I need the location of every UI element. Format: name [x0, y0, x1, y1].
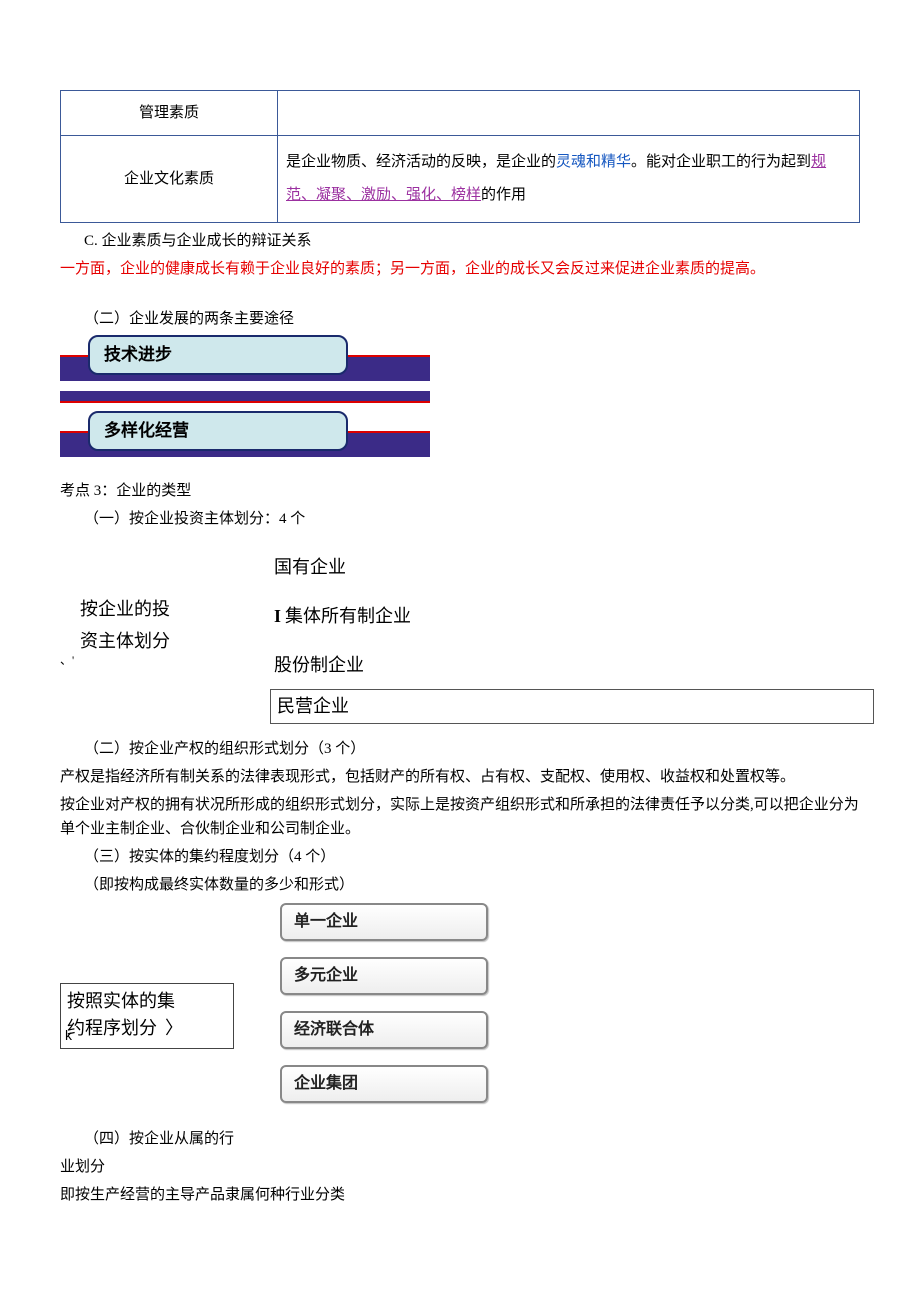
- invest-item-1: 国有企业: [270, 543, 860, 592]
- agg-k-mark: k: [65, 1025, 72, 1046]
- cell-mgmt-desc: [278, 91, 860, 136]
- path-gap: [60, 391, 430, 403]
- path-tech: 技术进步: [88, 335, 348, 375]
- agg-left-1: 按照实体的集: [67, 988, 227, 1015]
- invest-item-2-prefix: I: [274, 606, 281, 626]
- culture-highlight-1: 灵魂和精华: [556, 154, 631, 170]
- cell-mgmt-label: 管理素质: [61, 91, 278, 136]
- sub4-line2: 业划分: [60, 1155, 860, 1179]
- arrow-right-icon: 〉: [165, 1018, 183, 1038]
- agg-item-2: 多元企业: [280, 957, 488, 995]
- para-4: 即按生产经营的主导产品隶属何种行业分类: [60, 1183, 860, 1207]
- agg-item-3: 经济联合体: [280, 1011, 488, 1049]
- kd3-title: 考点 3：企业的类型: [60, 479, 860, 503]
- agg-item-4: 企业集团: [280, 1065, 488, 1103]
- agg-left-2: 约程序划分: [67, 1018, 157, 1038]
- path-diversify: 多样化经营: [88, 411, 348, 451]
- red-summary: 一方面，企业的健康成长有赖于企业良好的素质；另一方面，企业的成长又会反过来促进企…: [60, 257, 860, 281]
- cell-culture-desc: 是企业物质、经济活动的反映，是企业的灵魂和精华。能对企业职工的行为起到规范、凝聚…: [278, 136, 860, 223]
- invest-tree: 、' 按企业的投 资主体划分 国有企业 I集体所有制企业 股份制企业 民营企业: [60, 543, 860, 733]
- invest-left-2: 资主体划分: [80, 625, 170, 657]
- sub1-title: （一）按企业投资主体划分：4 个: [84, 507, 860, 531]
- quality-table: 管理素质 企业文化素质 是企业物质、经济活动的反映，是企业的灵魂和精华。能对企业…: [60, 90, 860, 223]
- culture-text-3: 的作用: [481, 187, 526, 203]
- sub4-line1: （四）按企业从属的行: [84, 1127, 860, 1151]
- invest-item-2-text: 集体所有制企业: [285, 606, 411, 626]
- pathway-diagram: 技术进步 多样化经营: [60, 335, 430, 457]
- section-c-title: C. 企业素质与企业成长的辩证关系: [84, 229, 860, 253]
- invest-item-4: 民营企业: [270, 689, 874, 724]
- culture-text-2: 。能对企业职工的行为起到: [631, 154, 811, 170]
- para-2a: 产权是指经济所有制关系的法律表现形式，包括财产的所有权、占有权、支配权、使用权、…: [60, 765, 860, 789]
- agg-diagram: 按照实体的集 约程序划分〉 k 单一企业 多元企业 经济联合体 企业集团: [60, 903, 860, 1123]
- tree-tick-mark: 、': [60, 651, 74, 670]
- invest-item-2: I集体所有制企业: [270, 592, 860, 641]
- sub3-note: （即按构成最终实体数量的多少和形式）: [84, 873, 860, 897]
- culture-text-1: 是企业物质、经济活动的反映，是企业的: [286, 154, 556, 170]
- cell-culture-label: 企业文化素质: [61, 136, 278, 223]
- invest-item-3: 股份制企业: [270, 641, 860, 690]
- invest-left-1: 按企业的投: [80, 593, 170, 625]
- agg-item-1: 单一企业: [280, 903, 488, 941]
- agg-left-box: 按照实体的集 约程序划分〉 k: [60, 983, 234, 1049]
- para-2b: 按企业对产权的拥有状况所形成的组织形式划分，实际上是按资产组织形式和所承担的法律…: [60, 793, 860, 841]
- sub2-title: （二）按企业产权的组织形式划分（3 个）: [84, 737, 860, 761]
- sub3-title: （三）按实体的集约程度划分（4 个）: [84, 845, 860, 869]
- invest-left-label: 按企业的投 资主体划分: [80, 593, 170, 658]
- path-title: （二）企业发展的两条主要途径: [84, 307, 860, 331]
